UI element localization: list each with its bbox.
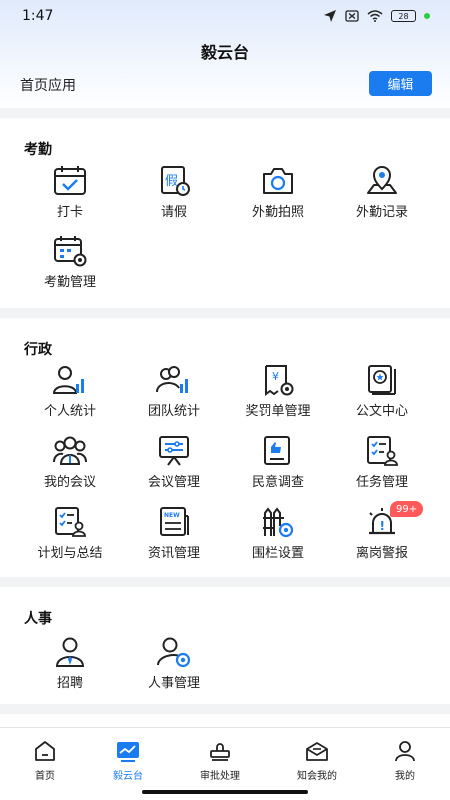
alarm-glyph: ! [380, 519, 385, 533]
app-label: 个人统计 [43, 404, 96, 419]
stamp-icon [210, 743, 230, 761]
app-news-admin[interactable]: NEW 资讯管理 [118, 506, 230, 566]
app-label: 围栏设置 [251, 546, 304, 561]
calendar-check-icon [54, 166, 86, 195]
section-title: 行政 [24, 342, 52, 358]
app-survey[interactable]: 民意调查 [222, 435, 334, 495]
tab-approval[interactable]: 审批处理 [175, 728, 265, 788]
app-label: 招聘 [56, 676, 83, 691]
person-chart-icon [52, 366, 84, 394]
wifi-icon [367, 10, 383, 22]
app-leave[interactable]: 假 请假 [118, 165, 230, 225]
app-plan-summary[interactable]: 计划与总结 [14, 506, 126, 566]
app-label: 团队统计 [147, 404, 200, 419]
section-hr: 人事 招聘 人事管理 [0, 587, 450, 704]
section-title: 人事 [24, 611, 52, 627]
app-attendance-admin[interactable]: 考勤管理 [14, 235, 126, 295]
map-pin-icon [367, 166, 397, 194]
receipt-gear-icon: ¥ [265, 365, 294, 396]
tab-label: 审批处理 [200, 771, 240, 782]
app-meeting-admin[interactable]: 会议管理 [118, 435, 230, 495]
app-label: 我的会议 [43, 475, 96, 490]
notification-badge: 99+ [390, 501, 424, 517]
app-fence-settings[interactable]: 围栏设置 [222, 506, 334, 566]
dashboard-chart-icon [117, 742, 139, 762]
app-label: 打卡 [56, 205, 83, 220]
camera-icon [263, 168, 293, 194]
app-label: 计划与总结 [37, 546, 103, 561]
section-attendance: 考勤 打卡 假 请假 外勤拍照 外勤记录 考勤管理 [0, 118, 450, 308]
leave-glyph: 假 [165, 174, 178, 189]
app-label: 资讯管理 [147, 546, 200, 561]
tab-label: 毅云台 [113, 771, 143, 782]
app-hr-admin[interactable]: 人事管理 [118, 636, 230, 696]
app-field-records[interactable]: 外勤记录 [326, 165, 438, 225]
app-my-meetings[interactable]: 我的会议 [14, 435, 126, 495]
document-star-icon [368, 365, 396, 395]
app-label: 外勤记录 [355, 205, 408, 220]
plan-list-icon [55, 507, 86, 537]
app-label: 请假 [160, 205, 187, 220]
receipt-glyph: ¥ [272, 370, 279, 383]
section-admin: 行政 个人统计 团队统计 ¥ 奖罚单管理 公文中心 我的会议 会议管理 民意调查… [0, 318, 450, 577]
user-icon [395, 741, 415, 762]
team-chart-icon [156, 366, 188, 393]
app-penalty-admin[interactable]: ¥ 奖罚单管理 [222, 364, 334, 424]
tab-mine[interactable]: 我的 [360, 728, 450, 788]
app-document-center[interactable]: 公文中心 [326, 364, 438, 424]
app-label: 民意调查 [251, 475, 304, 490]
app-label: 外勤拍照 [251, 205, 304, 220]
news-glyph: NEW [164, 512, 180, 519]
status-bar: 1:47 28 [0, 0, 450, 34]
fence-gear-icon [263, 507, 294, 538]
home-indicator [142, 790, 308, 794]
app-recruitment[interactable]: 招聘 [14, 636, 126, 696]
tab-home[interactable]: 首页 [0, 728, 90, 788]
page-title: 毅云台 [200, 43, 249, 62]
app-label: 任务管理 [355, 475, 408, 490]
calendar-gear-icon [54, 236, 87, 267]
news-icon: NEW [160, 507, 189, 536]
status-icons: 28 [323, 9, 430, 23]
edit-button[interactable]: 编辑 [369, 71, 432, 96]
group-icon [53, 436, 87, 465]
checklist-person-icon [367, 436, 398, 466]
app-personal-stats[interactable]: 个人统计 [14, 364, 126, 424]
no-sim-icon [345, 10, 359, 22]
tab-yiyuntai[interactable]: 毅云台 [83, 728, 173, 788]
app-task-admin[interactable]: 任务管理 [326, 435, 438, 495]
battery-icon: 28 [391, 10, 416, 22]
app-leave-alarm[interactable]: ! 离岗警报 [326, 506, 438, 566]
home-apps-label: 首页应用 [20, 78, 76, 94]
tab-label: 首页 [35, 771, 55, 782]
tab-cc-me[interactable]: 知会我的 [272, 728, 362, 788]
app-field-photo[interactable]: 外勤拍照 [222, 165, 334, 225]
app-label: 奖罚单管理 [245, 404, 311, 419]
person-tie-icon [55, 637, 85, 667]
app-label: 会议管理 [147, 475, 200, 490]
app-team-stats[interactable]: 团队统计 [118, 364, 230, 424]
person-gear-icon [157, 637, 191, 668]
leave-doc-icon: 假 [161, 166, 190, 196]
thumbs-up-doc-icon [264, 436, 290, 465]
section-title: 考勤 [24, 142, 52, 158]
next-section-card [0, 714, 450, 727]
app-label: 离岗警报 [355, 546, 408, 561]
mail-icon [306, 742, 328, 761]
app-clock-in[interactable]: 打卡 [14, 165, 126, 225]
status-dot [424, 13, 430, 19]
app-label: 考勤管理 [43, 275, 96, 290]
app-label: 人事管理 [147, 676, 200, 691]
tab-label: 我的 [395, 771, 415, 782]
app-label: 公文中心 [355, 404, 408, 419]
home-icon [35, 741, 55, 761]
location-arrow-icon [324, 10, 336, 22]
presentation-board-icon [159, 436, 189, 466]
status-time: 1:47 [22, 8, 54, 24]
tab-label: 知会我的 [297, 771, 337, 782]
